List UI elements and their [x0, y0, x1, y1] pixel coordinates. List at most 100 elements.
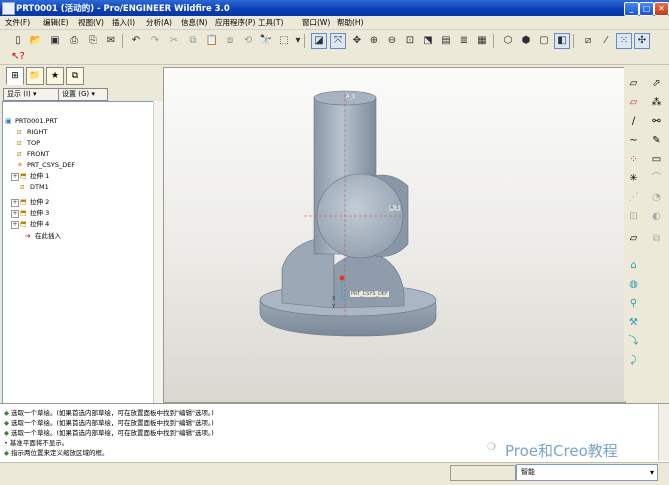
feature-toolbar: ▱ ⬀ ▱ ⁂ ∕ ⚯ ∼ ✎ ⁘ ▭ ✳ ⌒ ⋰ ◔ ⊡ ◐ ▱ ⧉ ⌂ ◍ … — [624, 67, 669, 401]
close-button[interactable]: ✕ — [654, 2, 669, 16]
menu-file[interactable]: 文件(F) — [5, 17, 30, 28]
tree-item-extrude-2[interactable]: ⬒ 拉伸 2 — [20, 197, 49, 207]
analysis-tool-icon[interactable]: ⚯ — [650, 115, 663, 128]
paste-special-icon[interactable]: ⧈ — [222, 33, 238, 49]
axis-tool-icon[interactable]: ∕ — [627, 115, 640, 128]
zoom-out-icon[interactable]: ⊖ — [384, 33, 400, 49]
menu-edit[interactable]: 编辑(E) — [43, 17, 69, 28]
tree-item-extrude-1[interactable]: ⬒ 拉伸 1 — [20, 171, 49, 181]
tree-item-extrude-4[interactable]: ⬒ 拉伸 4 — [20, 219, 49, 229]
refit-icon[interactable]: ⊡ — [402, 33, 418, 49]
regenerate-icon[interactable]: ⟲ — [240, 33, 256, 49]
watermark-text: Proe和Creo教程 — [505, 442, 618, 460]
trim-tool-icon[interactable]: ⤸ — [627, 354, 640, 367]
maximize-button[interactable]: □ — [639, 2, 654, 16]
zoom-in-icon[interactable]: ⊕ — [366, 33, 382, 49]
no-hidden-icon[interactable]: ▢ — [536, 33, 552, 49]
saved-views-icon[interactable]: ▤ — [438, 33, 454, 49]
find-icon[interactable]: 🔭 — [258, 33, 274, 49]
datum-axes-toggle-icon[interactable]: ⁄ — [598, 33, 614, 49]
expand-icon[interactable]: + — [11, 210, 19, 218]
sketch-tool-icon[interactable]: ✎ — [650, 134, 663, 147]
menu-info[interactable]: 信息(N) — [181, 17, 207, 28]
csys-tool-icon[interactable]: ⁂ — [650, 96, 663, 109]
hidden-line-icon[interactable]: ⬢ — [518, 33, 534, 49]
tree-item-extrude-3[interactable]: ⬒ 拉伸 3 — [20, 208, 49, 218]
annotation-tool-icon[interactable]: ▭ — [650, 153, 663, 166]
menu-analysis[interactable]: 分析(A) — [146, 17, 172, 28]
shading-icon[interactable]: ◧ — [554, 33, 570, 49]
save-icon[interactable]: ▣ — [47, 33, 63, 49]
print-icon[interactable]: ⎙ — [66, 33, 82, 49]
favorites-tab-icon[interactable]: ★ — [46, 67, 64, 85]
menu-view[interactable]: 视图(V) — [78, 17, 104, 28]
folder-browser-tab-icon[interactable]: 📁 — [26, 67, 44, 85]
round-tool-icon[interactable]: ◐ — [650, 210, 663, 223]
graphics-viewport[interactable]: A_1 A_1 PRT_CSYS_DEF X Y — [163, 67, 626, 403]
settings-menu-button[interactable]: 设置 (G) ▾ — [58, 88, 108, 101]
open-icon[interactable]: 📂 — [28, 33, 44, 49]
extrude-tool-icon[interactable]: ⌂ — [627, 259, 640, 272]
email-icon[interactable]: ✉ — [103, 33, 119, 49]
rib-tool-icon[interactable]: ⋰ — [627, 191, 640, 204]
message-line: ◆ 指示两位置来定义缩放区域的框。 — [4, 449, 109, 457]
datum-plane-icon: ⧄ — [17, 138, 22, 147]
show-menu-button[interactable]: 显示 (I) ▾ — [3, 88, 59, 101]
undo-icon[interactable]: ↶ — [128, 33, 144, 49]
wireframe-icon[interactable]: ⬡ — [500, 33, 516, 49]
revolve-tool-icon[interactable]: ◍ — [627, 278, 640, 291]
datum-planes-toggle-icon[interactable]: ⧄ — [580, 33, 596, 49]
menu-help[interactable]: 帮助(H) — [337, 17, 364, 28]
cut-icon[interactable]: ✂ — [166, 33, 182, 49]
extrude-icon: ⬒ — [20, 197, 27, 206]
layers-icon[interactable]: ≣ — [456, 33, 472, 49]
datum-plane-tool-icon[interactable]: ▱ — [627, 77, 640, 90]
tree-item-root[interactable]: ▣ PRT0001.PRT — [5, 116, 57, 126]
tree-item-top[interactable]: ⧄ TOP — [17, 138, 40, 148]
redo-icon[interactable]: ↷ — [147, 33, 163, 49]
datum-axis-tool-icon[interactable]: ⬀ — [650, 77, 663, 90]
new-file-icon[interactable]: ▯ — [10, 33, 26, 49]
selection-filter-dropdown[interactable]: 智能 ▾ — [516, 464, 658, 481]
mirror-tool-icon[interactable]: ⧉ — [650, 232, 663, 245]
spin-center-icon[interactable]: ⤧ — [330, 33, 346, 49]
print-preview-icon[interactable]: ⎘ — [85, 33, 101, 49]
tree-item-front[interactable]: ⧄ FRONT — [17, 149, 49, 159]
connections-tab-icon[interactable]: ⧉ — [66, 67, 84, 85]
orient-mode-icon[interactable]: ✥ — [349, 33, 365, 49]
plane-tool-icon[interactable]: ▱ — [627, 96, 640, 109]
reorient-icon[interactable]: ⬔ — [420, 33, 436, 49]
menu-tools[interactable]: 工具(T) — [258, 17, 283, 28]
csys-toggle-icon[interactable]: ✣ — [634, 33, 650, 49]
blend-tool-icon[interactable]: ⚒ — [627, 316, 640, 329]
menu-window[interactable]: 窗口(W) — [302, 17, 330, 28]
tree-item-csys[interactable]: ✳ PRT_CSYS_DEF — [17, 160, 75, 170]
copy-icon[interactable]: ⧉ — [185, 33, 201, 49]
tree-item-right[interactable]: ⧄ RIGHT — [17, 127, 47, 137]
paste-icon[interactable]: 📋 — [204, 33, 220, 49]
message-scrollbar[interactable] — [658, 404, 669, 461]
expand-icon[interactable]: + — [11, 199, 19, 207]
context-help-icon[interactable]: ↖? — [10, 49, 26, 65]
hole-tool-icon[interactable]: ▱ — [627, 232, 640, 245]
menu-applications[interactable]: 应用程序(P) — [215, 17, 255, 28]
shell-tool-icon[interactable]: ⌒ — [650, 172, 663, 185]
minimize-button[interactable]: _ — [624, 2, 639, 16]
curve-tool-icon[interactable]: ∼ — [627, 134, 640, 147]
point-tool-icon[interactable]: ⁘ — [627, 153, 640, 166]
sweep-tool-icon[interactable]: ⚲ — [627, 297, 640, 310]
csys-feature-icon[interactable]: ✳ — [627, 172, 640, 185]
repaint-icon[interactable]: ◪ — [311, 33, 327, 49]
draft-tool-icon[interactable]: ◔ — [650, 191, 663, 204]
expand-icon[interactable]: + — [11, 221, 19, 229]
tree-item-dtm1[interactable]: ⧄ DTM1 — [20, 182, 49, 192]
expand-icon[interactable]: + — [11, 173, 19, 181]
menu-insert[interactable]: 插入(I) — [112, 17, 135, 28]
message-line: ◆ 选取一个草绘。(如果首选内部草绘，可在放置面板中找到"编辑"选项。) — [4, 419, 214, 427]
datum-points-toggle-icon[interactable]: ⁙ — [616, 33, 632, 49]
view-manager-icon[interactable]: ▦ — [474, 33, 490, 49]
model-tree-tab-icon[interactable]: ⊞ — [6, 67, 24, 85]
pattern-tool-icon[interactable]: ⊡ — [627, 210, 640, 223]
fill-tool-icon[interactable]: ⤵ — [627, 335, 640, 348]
tree-item-insert-here[interactable]: ➔ 在此插入 — [25, 231, 61, 241]
